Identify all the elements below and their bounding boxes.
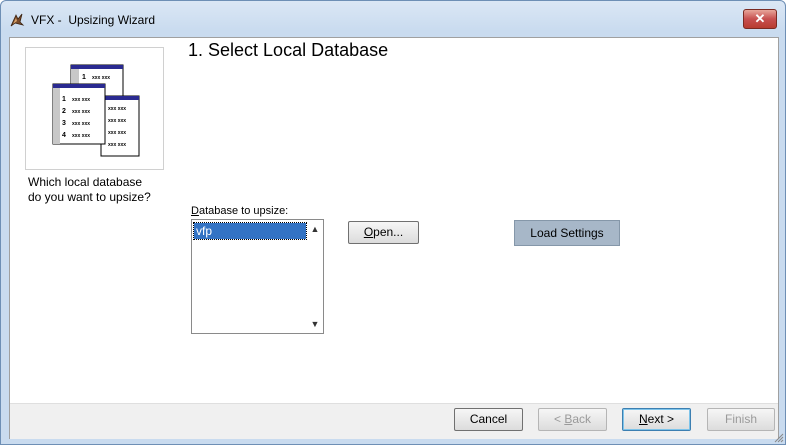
list-item[interactable]: vfp xyxy=(193,222,307,240)
database-label-mnemonic: D xyxy=(191,205,199,217)
svg-text:1: 1 xyxy=(82,74,86,81)
tables-icon: 1 xxx xxx xxx xxx xxx xxx xxx xxx xxx xxx… xyxy=(52,64,140,157)
svg-text:3: 3 xyxy=(62,120,66,127)
page-title: 1. Select Local Database xyxy=(188,40,389,60)
svg-text:xxx xxx: xxx xxx xyxy=(72,121,90,127)
vfx-app-icon xyxy=(10,13,25,27)
svg-text:1: 1 xyxy=(62,96,66,103)
wizard-content: 1 xxx xxx xxx xxx xxx xxx xxx xxx xxx xxx… xyxy=(9,37,779,439)
svg-text:2: 2 xyxy=(62,108,66,115)
open-label: pen... xyxy=(373,225,404,239)
svg-text:xxx xxx: xxx xxx xyxy=(92,75,110,81)
back-label: ack xyxy=(572,412,592,426)
svg-text:xxx xxx: xxx xxx xyxy=(108,142,126,148)
next-button[interactable]: Next > xyxy=(622,408,691,431)
open-mnemonic: O xyxy=(363,225,374,239)
back-arrow: < xyxy=(553,412,565,426)
step-question: Which local database do you want to upsi… xyxy=(28,175,178,205)
cancel-button[interactable]: Cancel xyxy=(454,408,523,431)
next-label: ext > xyxy=(647,412,675,426)
scroll-down-icon[interactable]: ▼ xyxy=(308,317,322,331)
svg-text:xxx xxx: xxx xxx xyxy=(108,130,126,136)
svg-text:xxx xxx: xxx xxx xyxy=(72,133,90,139)
resize-grip-icon[interactable] xyxy=(774,433,784,443)
scroll-up-icon[interactable]: ▲ xyxy=(308,222,322,236)
upsizing-wizard-window: VFX - Upsizing Wizard ✕ 1 xxx xxx xxx xxx… xyxy=(0,0,786,445)
close-icon: ✕ xyxy=(754,11,766,26)
question-line-2: do you want to upsize? xyxy=(28,190,151,204)
back-button[interactable]: < Back xyxy=(538,408,607,431)
open-button[interactable]: Open... xyxy=(348,221,419,244)
next-mnemonic: N xyxy=(638,412,648,426)
title-bar[interactable]: VFX - Upsizing Wizard ✕ xyxy=(1,1,785,37)
database-label-text: atabase to upsize: xyxy=(198,205,289,217)
load-settings-button[interactable]: Load Settings xyxy=(514,220,620,246)
svg-text:xxx xxx: xxx xxx xyxy=(72,109,90,115)
svg-text:xxx xxx: xxx xxx xyxy=(108,118,126,124)
database-listbox[interactable]: vfp ▲ ▼ xyxy=(191,219,324,334)
question-line-1: Which local database xyxy=(28,175,143,189)
svg-text:xxx xxx: xxx xxx xyxy=(108,106,126,112)
finish-button[interactable]: Finish xyxy=(707,408,775,431)
svg-text:4: 4 xyxy=(62,132,66,139)
database-tables-illustration: 1 xxx xxx xxx xxx xxx xxx xxx xxx xxx xxx… xyxy=(25,47,164,170)
svg-text:xxx xxx: xxx xxx xyxy=(72,97,90,103)
close-button[interactable]: ✕ xyxy=(743,9,777,29)
window-title: VFX - Upsizing Wizard xyxy=(31,13,156,27)
database-label: Database to upsize: xyxy=(191,205,288,217)
